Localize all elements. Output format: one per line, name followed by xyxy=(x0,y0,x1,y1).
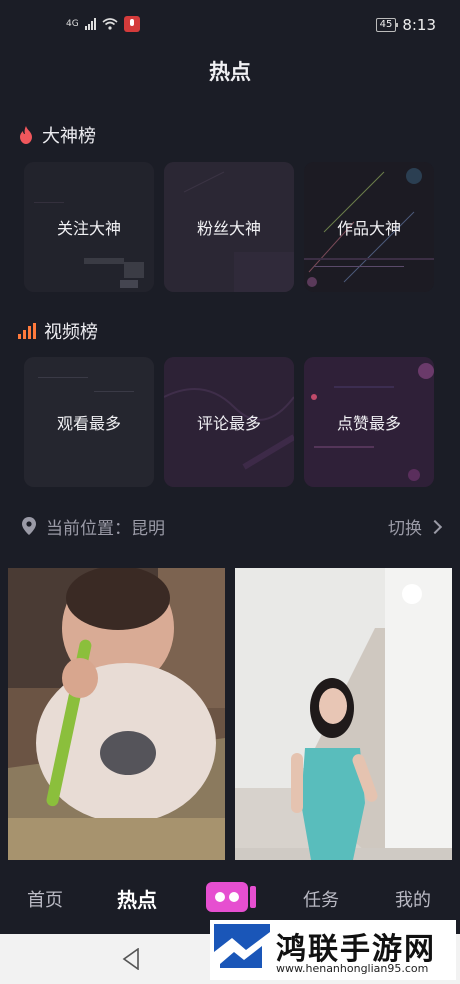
baby-video-image xyxy=(8,568,225,860)
tab-home[interactable]: 首页 xyxy=(27,886,63,912)
network-type: 4G xyxy=(66,19,79,29)
video-section-header: 视频榜 xyxy=(18,318,98,344)
record-video-button[interactable] xyxy=(206,880,256,914)
chevron-right-icon xyxy=(427,519,443,534)
microphone-icon xyxy=(123,16,140,32)
video-thumbnail-2[interactable] xyxy=(235,568,452,860)
back-icon[interactable] xyxy=(122,948,140,970)
signal-icon xyxy=(84,18,96,30)
page-title: 热点 xyxy=(209,60,251,84)
wifi-icon xyxy=(102,18,118,30)
woman-video-image xyxy=(235,568,452,860)
most-liked-label: 点赞最多 xyxy=(336,414,401,433)
location-pin-icon xyxy=(22,517,36,535)
site-watermark: 鸿联手游网 www.henanhonglian95.com xyxy=(210,920,456,980)
location-row: 当前位置：昆明 切换 xyxy=(22,512,443,540)
most-viewed-label: 观看最多 xyxy=(56,414,121,433)
most-commented-card[interactable]: 评论最多 xyxy=(164,357,294,487)
tab-tasks[interactable]: 任务 xyxy=(303,886,339,912)
bar-chart-icon xyxy=(18,323,36,339)
flame-icon xyxy=(20,126,32,144)
switch-location-label: 切换 xyxy=(388,519,422,539)
bottom-tab-bar: 首页 热点 任务 我的 xyxy=(0,868,460,926)
switch-location-button[interactable]: 切换 xyxy=(388,514,443,539)
clock: 8:13 xyxy=(402,16,436,34)
works-ranking-label: 作品大神 xyxy=(336,219,401,238)
tab-hot[interactable]: 热点 xyxy=(117,884,157,913)
ranking-card-row: 关注大神 粉丝大神 作品大神 xyxy=(24,162,436,292)
most-liked-card[interactable]: 点赞最多 xyxy=(304,357,434,487)
status-icons-left: 4G xyxy=(66,16,140,32)
ranking-section-title: 大神榜 xyxy=(42,126,96,147)
status-icons-right: 45 8:13 xyxy=(375,16,436,34)
status-bar: 4G 45 8:13 xyxy=(0,0,460,50)
works-ranking-card[interactable]: 作品大神 xyxy=(304,162,434,292)
video-section-title: 视频榜 xyxy=(44,322,98,343)
current-location-text: 当前位置：昆明 xyxy=(46,518,165,539)
follow-ranking-label: 关注大神 xyxy=(56,219,121,238)
follow-ranking-card[interactable]: 关注大神 xyxy=(24,162,154,292)
fans-ranking-card[interactable]: 粉丝大神 xyxy=(164,162,294,292)
watermark-url: www.henanhonglian95.com xyxy=(276,962,429,975)
fans-ranking-label: 粉丝大神 xyxy=(196,219,261,238)
most-commented-label: 评论最多 xyxy=(196,414,261,433)
battery-icon: 45 xyxy=(375,18,399,32)
tab-mine[interactable]: 我的 xyxy=(395,886,431,912)
video-card-row: 观看最多 评论最多 点赞最多 xyxy=(24,357,436,487)
video-thumbnail-1[interactable] xyxy=(8,568,225,860)
most-viewed-card[interactable]: 观看最多 xyxy=(24,357,154,487)
ranking-section-header: 大神榜 xyxy=(18,122,96,148)
watermark-logo xyxy=(214,924,270,976)
